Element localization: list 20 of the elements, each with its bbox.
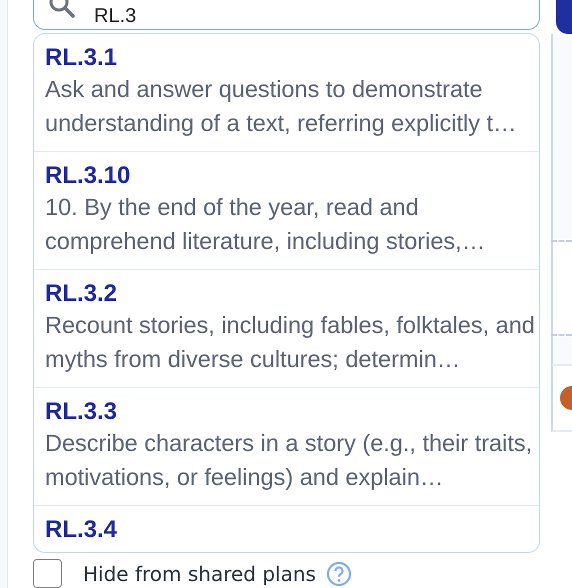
checkbox[interactable]	[33, 559, 62, 588]
standard-description: Describe characters in a story (e.g., their traits, motivations, or feelings) and explain…	[45, 429, 534, 492]
suggestion-item[interactable]: RL.3.10 10. By the end of the year, read and comprehend literature, including stories,…	[34, 152, 539, 270]
search-field[interactable]: RL.3	[33, 0, 540, 30]
suggestion-item[interactable]: RL.3.3 Describe characters in a story (e.g., their traits, motivations, or feelings) and explain…	[34, 388, 539, 506]
help-icon[interactable]	[326, 560, 352, 586]
standard-description: Ask and answer questions to demonstrate understanding of a text, referring explicitly t…	[45, 75, 518, 138]
standard-description: 10. By the end of the year, read and comprehend literature, including stories,…	[45, 193, 486, 256]
suggestion-item[interactable]: RL.3.1 Ask and answer questions to demonstrate understanding of a text, referring explicitly t…	[34, 34, 539, 152]
standard-code: RL.3.1	[45, 44, 118, 72]
standard-code: RL.3.10	[45, 162, 132, 190]
standard-description: Recount stories, including fables, folktales, and myths from diverse cultures; determin…	[45, 311, 535, 374]
standard-code: RL.3.4	[45, 516, 118, 544]
standard-code: RL.3.2	[45, 280, 118, 308]
avatar-icon	[560, 386, 572, 410]
primary-button[interactable]	[556, 0, 572, 34]
suggestion-item[interactable]: RL.3.4	[34, 506, 539, 552]
standard-code: RL.3.3	[45, 398, 118, 426]
checkbox-label: Hide from shared plans	[83, 562, 316, 586]
suggestion-item[interactable]: RL.3.2 Recount stories, including fables, folktales, and myths from diverse cultures; determin…	[34, 270, 539, 388]
